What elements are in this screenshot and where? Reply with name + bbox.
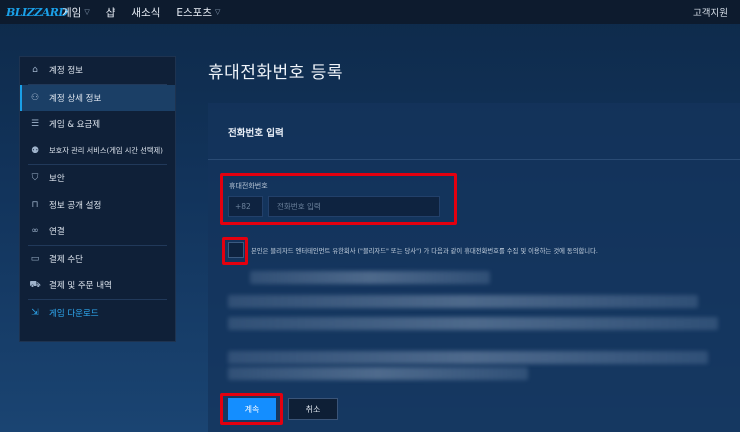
sidebar-item-label: 게임 다운로드 (49, 308, 99, 319)
card-icon: ▭ (30, 253, 40, 264)
user-icon: ⚇ (30, 92, 40, 103)
section-title: 전화번호 입력 (228, 128, 284, 139)
nav-item-games[interactable]: 게임 ▽ (62, 5, 90, 20)
redacted-text (228, 295, 698, 308)
sidebar-item-label: 결제 및 주문 내역 (49, 281, 112, 292)
sidebar-item-connections[interactable]: ∞ 연결 (20, 218, 175, 245)
divider (208, 159, 740, 160)
link-icon: ∞ (31, 226, 39, 237)
chevron-down-icon: ▽ (215, 8, 221, 16)
sidebar-item-parental-controls[interactable]: ⚉ 보호자 관리 서비스(게임 시간 선택제) (20, 138, 175, 165)
nav-item-shop[interactable]: 샵 (106, 5, 116, 20)
blizzard-logo[interactable]: BLIZZARD (6, 0, 68, 24)
page-title: 휴대전화번호 등록 (208, 63, 344, 83)
sidebar-item-label: 결제 수단 (49, 254, 83, 265)
nav-item-esports[interactable]: E스포츠 ▽ (176, 5, 220, 20)
lock-icon: ⊓ (31, 199, 39, 210)
users-icon: ⚉ (30, 145, 40, 156)
sidebar-item-label: 연결 (49, 227, 65, 238)
sidebar-item-label: 보안 (49, 174, 65, 185)
download-icon: ⇲ (31, 307, 39, 318)
nav-item-label: E스포츠 (176, 6, 212, 19)
sidebar-item-account-details[interactable]: ⚇ 계정 상세 정보 (20, 84, 175, 111)
sidebar-item-label: 계정 정보 (49, 66, 83, 77)
top-nav: BLIZZARD 게임 ▽ 샵 새소식 E스포츠 ▽ 고객지원 (0, 0, 740, 24)
sidebar-item-label: 보호자 관리 서비스(게임 시간 선택제) (49, 145, 163, 155)
redacted-text (228, 351, 708, 364)
home-icon: ⌂ (32, 65, 38, 76)
chevron-down-icon: ▽ (84, 8, 90, 16)
cancel-button[interactable]: 취소 (288, 398, 338, 420)
redacted-text (250, 271, 490, 284)
sidebar-item-privacy[interactable]: ⊓ 정보 공개 설정 (20, 192, 175, 219)
phone-number-input[interactable] (268, 196, 440, 217)
consent-text: 본인은 블리자드 엔터테인먼트 유한회사 ("블리자드" 또는 당사") 가 다… (251, 248, 598, 255)
redacted-text (228, 317, 718, 330)
redacted-text (228, 367, 528, 380)
nav-item-label: 게임 (62, 6, 82, 19)
sidebar-item-account-info[interactable]: ⌂ 계정 정보 (20, 57, 175, 84)
sidebar-item-label: 계정 상세 정보 (49, 93, 102, 104)
sidebar-item-game-download[interactable]: ⇲ 게임 다운로드 (20, 300, 175, 327)
nav-item-news[interactable]: 새소식 (131, 5, 160, 20)
sidebar-item-label: 게임 & 요금제 (49, 120, 101, 131)
continue-button[interactable]: 계속 (228, 398, 276, 420)
nav-item-label: 샵 (105, 6, 116, 19)
account-sidebar: ⌂ 계정 정보 ⚇ 계정 상세 정보 ☰ 게임 & 요금제 ⚉ 보호자 관리 서… (19, 56, 176, 342)
sidebar-item-games-plans[interactable]: ☰ 게임 & 요금제 (20, 111, 175, 138)
sidebar-item-payment-methods[interactable]: ▭ 결제 수단 (20, 246, 175, 273)
country-code-field[interactable]: +82 (228, 196, 263, 217)
list-icon: ☰ (30, 119, 40, 130)
phone-registration-card: 전화번호 입력 휴대전화번호 +82 본인은 블리자드 엔터테인먼트 유한회사 … (208, 103, 740, 432)
sidebar-item-security[interactable]: ⛉ 보안 (20, 165, 175, 192)
cart-icon: ⛟ (29, 279, 41, 290)
support-link[interactable]: 고객지원 (693, 0, 728, 24)
sidebar-item-label: 정보 공개 설정 (49, 200, 102, 211)
consent-checkbox[interactable] (228, 242, 244, 258)
phone-field-label: 휴대전화번호 (229, 182, 268, 190)
nav-item-label: 새소식 (131, 6, 161, 19)
sidebar-item-order-history[interactable]: ⛟ 결제 및 주문 내역 (20, 272, 175, 299)
shield-icon: ⛉ (31, 173, 39, 184)
